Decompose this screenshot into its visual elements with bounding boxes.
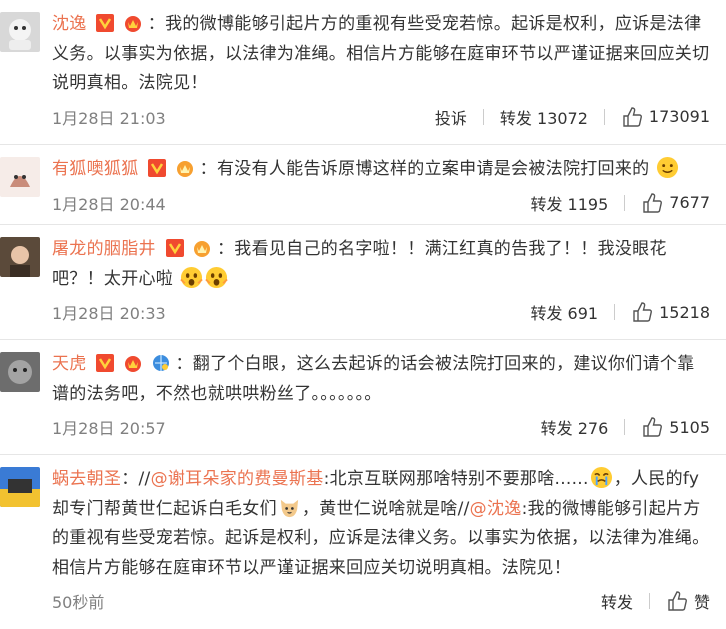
like-label: 赞 [693, 593, 710, 612]
timestamp: 1月28日 21:03 [52, 108, 166, 128]
forward-button[interactable]: 转发 13072 [500, 105, 588, 129]
timestamp: 1月28日 20:57 [52, 419, 166, 438]
divider [648, 593, 650, 609]
like-button[interactable]: 5105 [641, 416, 710, 438]
forward-button[interactable]: 转发 [601, 589, 633, 613]
like-count: 5105 [669, 417, 710, 437]
emoji-icon [205, 266, 228, 288]
timestamp: 1月28日 20:33 [52, 304, 166, 323]
timestamp: 50秒前 [52, 593, 105, 612]
thumbs-up-icon [643, 192, 663, 213]
crown-level-icon [176, 161, 193, 177]
like-count: 7677 [669, 193, 710, 212]
emoji-icon [280, 499, 299, 517]
mention-link[interactable]: @谢耳朵家的费曼斯基 [151, 469, 324, 489]
username[interactable]: 天虎 [52, 354, 87, 374]
globe-badge-icon [152, 355, 169, 371]
like-button[interactable]: 赞 [666, 589, 710, 613]
v-badge-icon [96, 14, 115, 32]
forward-button[interactable]: 转发 1195 [530, 191, 608, 215]
avatar[interactable] [0, 352, 40, 392]
comment-item: 沈逸 ：我的微博能够引起片方的重视有些受宠若惊。起诉是权利，应诉是法律义务。以事… [0, 0, 726, 145]
divider [603, 108, 605, 125]
comment-text: ：我的微博能够引起片方的重视有些受宠若惊。起诉是权利，应诉是法律义务。以事实为依… [52, 14, 710, 93]
forward-button[interactable]: 转发 691 [530, 300, 598, 324]
comment-item: 天虎 ：翻了个白眼，这么去起诉的话会被法院打回来的，建议你们请个靠谱的法务吧，不… [0, 340, 726, 455]
username[interactable]: 蜗去朝圣 [52, 469, 121, 489]
comment-item: 蜗去朝圣：//@谢耳朵家的费曼斯基:北京互联网那啥特别不要那啥...... ，人民… [0, 455, 726, 629]
comment-text: ：翻了个白眼，这么去起诉的话会被法院打回来的，建议你们请个靠谱的法务吧，不然也就… [52, 354, 695, 404]
divider [624, 419, 626, 435]
v-badge-icon [96, 354, 115, 372]
avatar[interactable] [0, 467, 40, 507]
like-count: 15218 [659, 302, 710, 322]
thumbs-up-icon [623, 106, 642, 127]
comment-text-part: :北京互联网那啥特别不要那啥...... [323, 469, 589, 489]
v-badge-icon [165, 239, 184, 257]
crown-level-icon [125, 16, 142, 32]
avatar[interactable] [0, 12, 40, 52]
forward-button[interactable]: 转发 276 [541, 415, 609, 439]
comment-text-part: ，黄世仁说啥就是啥// [301, 498, 470, 519]
avatar[interactable] [0, 237, 40, 277]
like-button[interactable]: 15218 [631, 301, 710, 323]
username[interactable]: 有狐噢狐狐 [52, 159, 139, 179]
avatar[interactable] [0, 157, 40, 197]
crown-level-icon [125, 356, 142, 372]
comment-text-part: ：// [121, 469, 151, 489]
v-badge-icon [148, 159, 167, 177]
thumbs-up-icon [668, 591, 687, 611]
divider [614, 304, 616, 320]
like-button[interactable]: 173091 [621, 106, 710, 128]
divider [482, 108, 484, 125]
report-button[interactable]: 投诉 [435, 105, 467, 129]
emoji-icon [180, 266, 203, 288]
thumbs-up-icon [643, 417, 663, 437]
divider [624, 194, 626, 211]
comment-text: ：有没有人能告诉原博这样的立案申请是会被法院打回来的 [199, 159, 650, 179]
emoji-icon [657, 156, 679, 179]
comment-item: 有狐噢狐狐 ：有没有人能告诉原博这样的立案申请是会被法院打回来的 1月28日 2… [0, 145, 726, 225]
thumbs-up-icon [633, 302, 653, 322]
like-button[interactable]: 7677 [641, 192, 710, 214]
comment-item: 屠龙的胭脂井 ：我看见自己的名字啦！！满江红真的告我了！！我没眼花吧？！太开心啦… [0, 225, 726, 340]
mention-link[interactable]: @沈逸 [470, 499, 522, 519]
username[interactable]: 屠龙的胭脂井 [52, 239, 156, 259]
crown-level-icon [194, 241, 211, 257]
emoji-icon [590, 466, 612, 489]
like-count: 173091 [648, 107, 710, 126]
timestamp: 1月28日 20:44 [52, 194, 166, 214]
comment-feed: 沈逸 ：我的微博能够引起片方的重视有些受宠若惊。起诉是权利，应诉是法律义务。以事… [0, 0, 726, 629]
username[interactable]: 沈逸 [52, 14, 87, 34]
